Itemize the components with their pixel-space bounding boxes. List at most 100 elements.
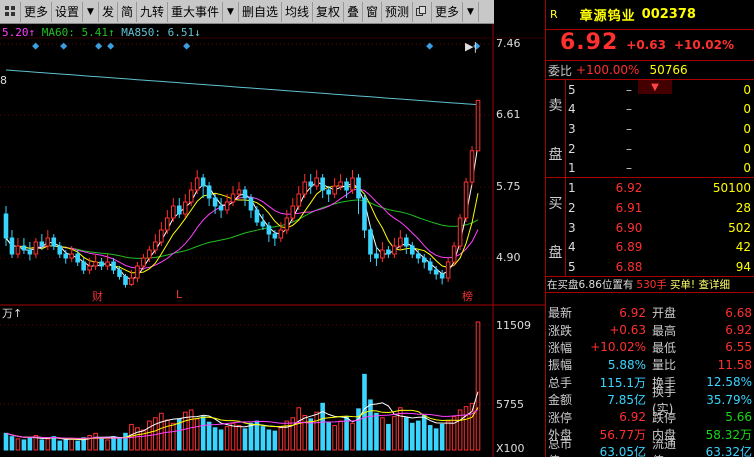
toolbar-button[interactable]: 复权 [313, 1, 344, 22]
candle-body [344, 181, 349, 191]
flag-icon: ▶| [465, 40, 477, 53]
copy-button[interactable] [413, 1, 433, 22]
toolbar-button[interactable]: 九转 [137, 1, 168, 22]
candle-body [350, 177, 355, 191]
level-qty: 0 [743, 102, 751, 117]
toolbar-button[interactable]: 重大事件 [168, 1, 224, 22]
volume-bar [200, 416, 206, 451]
candle-body [123, 275, 128, 285]
volume-bar [194, 418, 200, 451]
level-number: 1 [568, 180, 576, 195]
stat-key: 开盘 [652, 306, 677, 321]
buy-level-row[interactable]: 4 6.89 42 [566, 238, 753, 257]
toolbar-button[interactable]: 简 [118, 1, 137, 22]
chart-toolbar: 更多 设置 ▼ 发简九转 重大事件 ▼ 删自选 均线 复权叠窗预测 更多 ▼ [0, 0, 494, 24]
stat-value: 56.77万 [599, 427, 646, 442]
stat-value: 12.58% [706, 375, 752, 390]
event-mark-finance[interactable]: 财 [92, 288, 103, 304]
volume-bar [278, 427, 284, 451]
candle-body [242, 189, 248, 199]
candle-body [129, 277, 134, 285]
toolbar-label: 删自选 [241, 5, 278, 19]
volume-bar [141, 429, 146, 451]
order-alert-link[interactable]: 买单! 查详细 [670, 277, 730, 292]
buy-level-row[interactable]: 3 6.90 502 [566, 218, 753, 237]
grid-button[interactable] [2, 1, 21, 22]
volume-bar [272, 430, 278, 451]
stock-code: 002378 [641, 7, 696, 22]
sell-level-row[interactable]: 3 – 0 [566, 120, 753, 139]
candle-body [3, 213, 9, 239]
sell-level-row[interactable]: 1 – 0 [566, 159, 753, 178]
stat-key: 流通值 [652, 436, 677, 457]
kline-chart-area[interactable]: ▶| 5.20↑ MA60: 5.41↑ MA850: 6.51↓ 万↑ 7.4… [0, 24, 545, 457]
toolbar-button[interactable]: 删自选 [239, 1, 282, 22]
event-mark-l[interactable]: L [176, 288, 182, 301]
toolbar-button[interactable]: 均线 [282, 1, 313, 22]
volume-bar [374, 412, 379, 451]
stat-value: +0.63 [609, 323, 646, 338]
toolbar-button[interactable]: 发 [99, 1, 118, 22]
candle-body [427, 261, 433, 271]
toolbar-button[interactable]: 更多 [432, 1, 464, 22]
stat-key: 涨跌 [548, 323, 573, 338]
level-number: 4 [568, 102, 576, 117]
chevron-down-button[interactable]: ▼ [83, 1, 99, 22]
candle-body [451, 245, 457, 263]
buy-level-row[interactable]: 2 6.91 28 [566, 198, 753, 217]
level-qty: 0 [743, 82, 751, 97]
stat-value: 63.32亿 [705, 445, 752, 457]
candle-body [69, 253, 75, 259]
level-number: 5 [568, 260, 576, 275]
kline-svg[interactable]: ▶| [0, 24, 545, 457]
buy-level-row[interactable]: 1 6.92 50100 [566, 178, 753, 197]
collapse-arrow-icon[interactable]: ▼ [638, 80, 672, 94]
volume-bar [409, 422, 415, 451]
stat-value: 5.66 [725, 410, 752, 425]
volume-bar [57, 440, 63, 451]
ma850-legend: MA850: 6.51↓ [121, 26, 201, 39]
sell-level-row[interactable]: 4 – 0 [566, 100, 753, 119]
stats-row: 总市值 63.05亿流通值 63.32亿 [546, 437, 754, 457]
toolbar-button[interactable]: 叠 [344, 1, 363, 22]
chevron-down-button[interactable]: ▼ [223, 1, 239, 22]
candle-body [409, 245, 415, 255]
toolbar-label: 设置 [55, 5, 80, 19]
stats-table: 最新 6.92 开盘 6.68 涨跌 +0.63 最高 6.92 涨幅 +10.02% 最低 6.55… [546, 304, 754, 457]
last-price: 6.92 [560, 30, 619, 55]
volume-bar [427, 425, 433, 451]
candle-body [200, 177, 206, 187]
volume-bar [314, 411, 319, 451]
candle-body [57, 245, 63, 255]
volume-bar [433, 428, 439, 451]
chevron-down-button[interactable]: ▼ [463, 1, 479, 22]
level-price: – [626, 102, 632, 117]
volume-bar [159, 412, 164, 451]
toolbar-button[interactable]: 预测 [382, 1, 414, 22]
sell-level-row[interactable]: 2 – 0 [566, 139, 753, 158]
volume-bar [302, 415, 308, 451]
candle-body [469, 150, 475, 183]
volume-bar [338, 420, 343, 451]
toolbar-button[interactable]: 设置 [52, 1, 84, 22]
candle-body [33, 241, 39, 255]
volume-bar [99, 438, 104, 451]
stat-key: 涨幅 [548, 340, 573, 355]
volume-bar [75, 440, 80, 451]
sell-side-char: 卖 [548, 97, 563, 114]
candle-body [15, 245, 21, 255]
event-mark-list[interactable]: 榜 [462, 288, 473, 304]
toolbar-label: 更多 [435, 5, 460, 19]
buy-level-row[interactable]: 5 6.88 94 [566, 258, 753, 277]
candle-body [332, 185, 337, 195]
toolbar-button[interactable]: 窗 [363, 1, 383, 22]
toolbar-label: 更多 [24, 5, 49, 19]
volume-bar [463, 406, 469, 451]
volume-bar [224, 426, 230, 451]
volume-bar [326, 421, 331, 451]
toolbar-button[interactable]: 更多 [21, 1, 53, 22]
candle-body [81, 261, 86, 271]
level-price: 6.90 [615, 220, 643, 235]
volume-bar [9, 436, 15, 451]
order-alert-bar[interactable]: 在买盘6.86位置有 530手 买单! 查详细 [546, 277, 754, 293]
